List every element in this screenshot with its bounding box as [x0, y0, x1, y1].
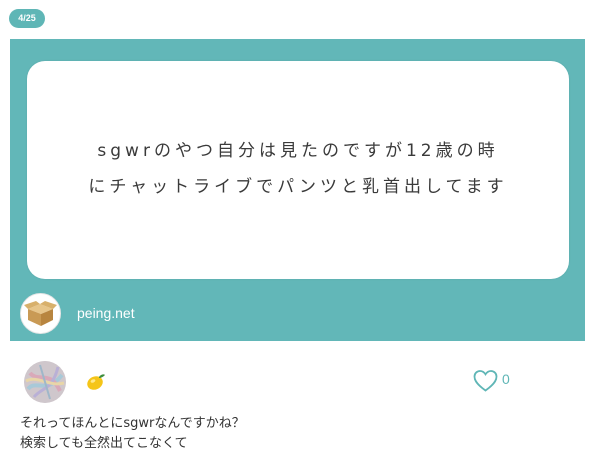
answer-line: それってほんとにsgwrなんですかね？	[20, 416, 245, 431]
heart-icon[interactable]	[473, 369, 498, 393]
answer-text: それってほんとにsgwrなんですかね？ 検索しても全然出てこなくて	[20, 414, 245, 454]
answer-line: 検索しても全然出てこなくて	[20, 436, 188, 451]
question-box: sgwrのやつ自分は見たのですが12歳の時 にチャットライブでパンツと乳首出して…	[27, 61, 569, 279]
cardboard-box-icon	[20, 293, 61, 334]
like-count: 0	[502, 371, 510, 387]
lemon-icon	[84, 371, 106, 393]
question-line: sgwrのやつ自分は見たのですが12歳の時	[97, 141, 499, 161]
answer-header: 0	[0, 355, 594, 410]
question-card[interactable]: sgwrのやつ自分は見たのですが12歳の時 にチャットライブでパンツと乳首出して…	[10, 39, 585, 341]
avatar[interactable]	[24, 361, 66, 403]
question-line: にチャットライブでパンツと乳首出してます	[88, 177, 508, 197]
source-label[interactable]: peing.net	[77, 305, 135, 321]
page-counter-badge: 4/25	[9, 9, 45, 28]
question-text: sgwrのやつ自分は見たのですが12歳の時 にチャットライブでパンツと乳首出して…	[27, 133, 569, 205]
answer-page: 4/25 sgwrのやつ自分は見たのですが12歳の時 にチャットライブでパンツと…	[0, 0, 594, 474]
